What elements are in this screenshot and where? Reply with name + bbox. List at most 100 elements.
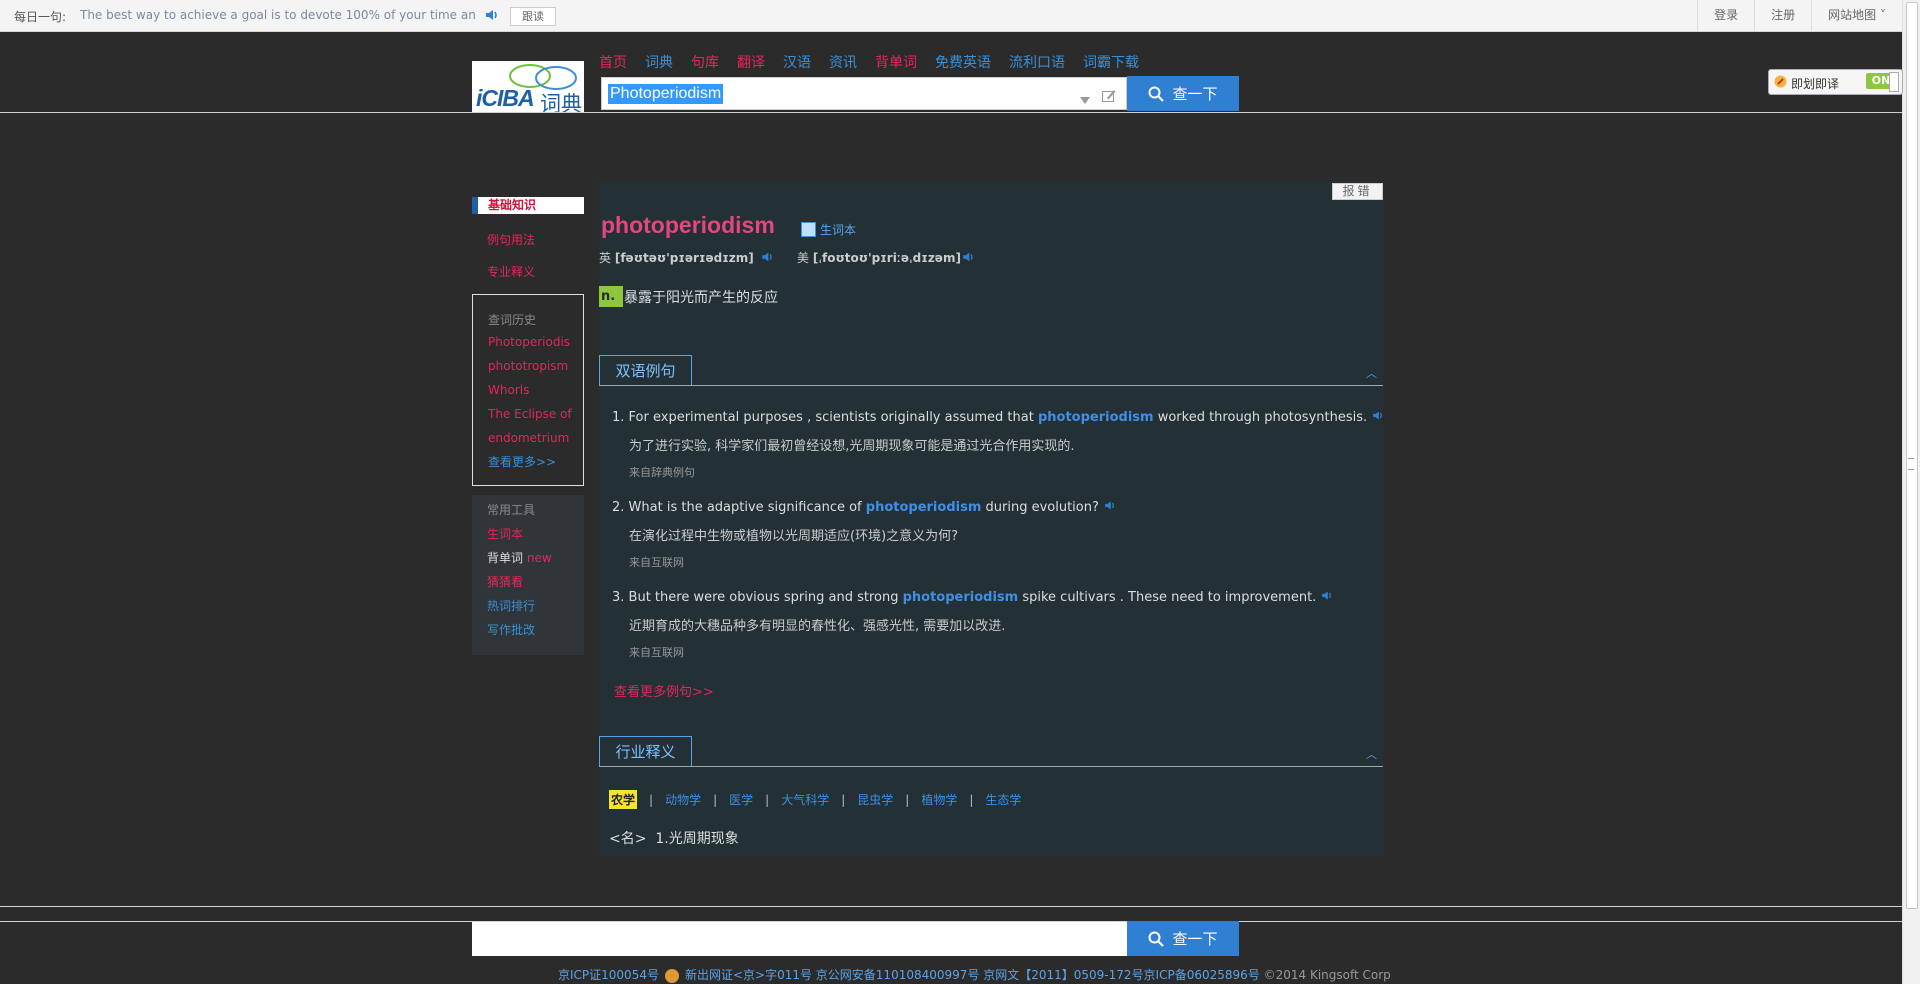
nav-home[interactable]: 首页 <box>599 52 627 72</box>
report-error-button[interactable]: 报错 <box>1332 183 1383 200</box>
tab-bilingual-examples[interactable]: 双语例句 <box>599 355 692 386</box>
example-pre: But there were obvious spring and strong <box>628 590 903 605</box>
example-chinese: 为了进行实验, 科学家们最初曾经设想,光周期现象可能是通过光合作用实现的. <box>629 439 1075 454</box>
scrollbar-grip-icon <box>1908 458 1914 470</box>
tool-memorize[interactable]: 背单词 new <box>487 549 552 566</box>
common-tools-panel: 常用工具 生词本 背单词 new 猜猜看 热词排行 写作批改 <box>472 495 584 655</box>
history-item[interactable]: Whorls <box>488 383 529 397</box>
industry-medicine[interactable]: 医学 <box>729 791 753 808</box>
nav-translate[interactable]: 翻译 <box>737 52 765 72</box>
headword: photoperiodism <box>601 212 775 238</box>
history-item[interactable]: phototropism <box>488 359 568 373</box>
collapse-arrow-icon[interactable]: ︿ <box>1366 746 1377 762</box>
search-button[interactable]: 查一下 <box>1127 76 1239 111</box>
icp-license[interactable]: 京ICP证100054号 <box>558 968 659 982</box>
industry-botany[interactable]: 植物学 <box>921 791 957 808</box>
footer-legal: 京ICP证100054号 新出网证<京>字011号 京公网安备1101084009… <box>558 966 1391 983</box>
login-link[interactable]: 登录 <box>1697 0 1754 31</box>
nav-chinese[interactable]: 汉语 <box>783 52 811 72</box>
tab-basic-knowledge[interactable]: 基础知识 <box>472 197 584 214</box>
example-post: spike cultivars . These need to improvem… <box>1018 590 1317 605</box>
industry-def-text: 1.光周期现象 <box>655 831 739 847</box>
nav-free-english[interactable]: 免费英语 <box>935 52 991 72</box>
example-english: 1. For experimental purposes , scientist… <box>612 409 1383 425</box>
tab-example-usage[interactable]: 例句用法 <box>487 231 535 248</box>
register-link[interactable]: 注册 <box>1754 0 1811 31</box>
sitemap-link[interactable]: 网站地图 ˅ <box>1811 0 1902 31</box>
tool-writing-check[interactable]: 写作批改 <box>487 621 535 638</box>
separator: | <box>713 792 718 807</box>
footer-search-button[interactable]: 查一下 <box>1127 921 1239 956</box>
tool-guess[interactable]: 猜猜看 <box>487 573 523 590</box>
logo-cidian: 词典 <box>540 92 582 113</box>
search-icon <box>1148 86 1165 102</box>
example-chinese: 近期育成的大穗品种多有明显的春性化、强感光性, 需要加以改进. <box>629 619 1006 634</box>
scrollbar[interactable] <box>1902 0 1920 984</box>
nav-vocab[interactable]: 背单词 <box>875 52 917 72</box>
iciba-logo[interactable]: iCIBA 词典 <box>472 61 584 113</box>
industry-entomology[interactable]: 昆虫学 <box>857 791 893 808</box>
nav-download[interactable]: 词霸下载 <box>1083 52 1139 72</box>
industry-definition: <名> 1.光周期现象 <box>609 828 739 848</box>
footer-search-input[interactable] <box>472 922 1127 956</box>
nav-dictionary[interactable]: 词典 <box>645 52 673 72</box>
industry-category-list: 农学 | 动物学 | 医学 | 大气科学 | 昆虫学 | 植物学 | 生态学 <box>609 790 1021 809</box>
uk-speaker-icon[interactable] <box>760 249 775 268</box>
history-more-link[interactable]: 查看更多>> <box>488 453 556 470</box>
industry-agronomy[interactable]: 农学 <box>609 790 638 809</box>
speaker-icon[interactable] <box>1103 499 1117 512</box>
license-numbers[interactable]: 新出网证<京>字011号 京公网安备110108400997号 京网文【2011… <box>685 968 1260 982</box>
speaker-icon[interactable] <box>1371 409 1385 422</box>
example-pre: What is the adaptive significance of <box>628 500 866 515</box>
dropdown-arrow-icon[interactable] <box>1080 89 1090 108</box>
wordbook-label: 生词本 <box>820 223 857 237</box>
example-post: worked through photosynthesis. <box>1153 410 1368 425</box>
tool-hot-words[interactable]: 热词排行 <box>487 597 535 614</box>
nav-speaking[interactable]: 流利口语 <box>1009 52 1065 72</box>
separator: | <box>765 792 770 807</box>
search-query-text[interactable]: Photoperiodism <box>608 84 724 104</box>
search-input[interactable]: Photoperiodism <box>601 77 1127 110</box>
example-keyword[interactable]: photoperiodism <box>903 590 1019 605</box>
industry-zoology[interactable]: 动物学 <box>665 791 701 808</box>
part-of-speech-tag: n. <box>599 286 623 307</box>
collapse-arrow-icon[interactable]: ︿ <box>1366 365 1377 381</box>
example-item: 2. What is the adaptive significance of … <box>612 499 1372 570</box>
nav-sentences[interactable]: 句库 <box>691 52 719 72</box>
example-source: 来自辞典例句 <box>629 466 695 479</box>
tab-professional-definition[interactable]: 专业释义 <box>487 263 535 280</box>
example-keyword[interactable]: photoperiodism <box>866 500 982 515</box>
copyright: ©2014 Kingsoft Corp <box>1263 968 1391 982</box>
example-number: 1. <box>612 410 625 425</box>
uk-label: 英 <box>599 251 612 265</box>
definition-text: 暴露于阳光而产生的反应 <box>624 290 778 306</box>
industry-atmospheric-science[interactable]: 大气科学 <box>781 791 829 808</box>
scrollbar-thumb[interactable] <box>1906 2 1918 909</box>
wordbook-icon <box>801 222 816 237</box>
follow-read-button[interactable]: 跟读 <box>510 7 556 26</box>
history-item[interactable]: Photoperiodis <box>488 335 570 349</box>
separator: | <box>841 792 846 807</box>
tab-industry-definitions[interactable]: 行业释义 <box>599 736 692 767</box>
daily-sentence-text[interactable]: The best way to achieve a goal is to dev… <box>80 8 475 22</box>
toggle-knob[interactable] <box>1889 72 1899 92</box>
footer-search-label: 查一下 <box>1172 930 1218 948</box>
uk-ipa: [fəʊtəʊ'pɪərɪədɪzm] <box>614 251 754 265</box>
section-divider <box>599 385 1383 386</box>
live-translate-toggle[interactable]: 即划即译 ON <box>1768 69 1903 95</box>
uk-pronunciation: 英 [fəʊtəʊ'pɪərɪədɪzm] <box>599 249 754 266</box>
add-to-wordbook-button[interactable]: 生词本 <box>801 221 856 238</box>
example-source: 来自互联网 <box>629 646 684 659</box>
new-badge: new <box>526 551 552 565</box>
industry-ecology[interactable]: 生态学 <box>985 791 1021 808</box>
us-speaker-icon[interactable] <box>961 249 976 268</box>
nav-news[interactable]: 资讯 <box>829 52 857 72</box>
history-item[interactable]: endometrium <box>488 431 569 445</box>
example-keyword[interactable]: photoperiodism <box>1038 410 1154 425</box>
speaker-icon[interactable] <box>1320 589 1334 602</box>
more-examples-link[interactable]: 查看更多例句>> <box>614 681 714 700</box>
history-item[interactable]: The Eclipse of <box>488 407 572 421</box>
tool-wordbook[interactable]: 生词本 <box>487 525 523 542</box>
speaker-icon[interactable] <box>484 7 500 26</box>
handwrite-icon[interactable] <box>1102 87 1116 106</box>
